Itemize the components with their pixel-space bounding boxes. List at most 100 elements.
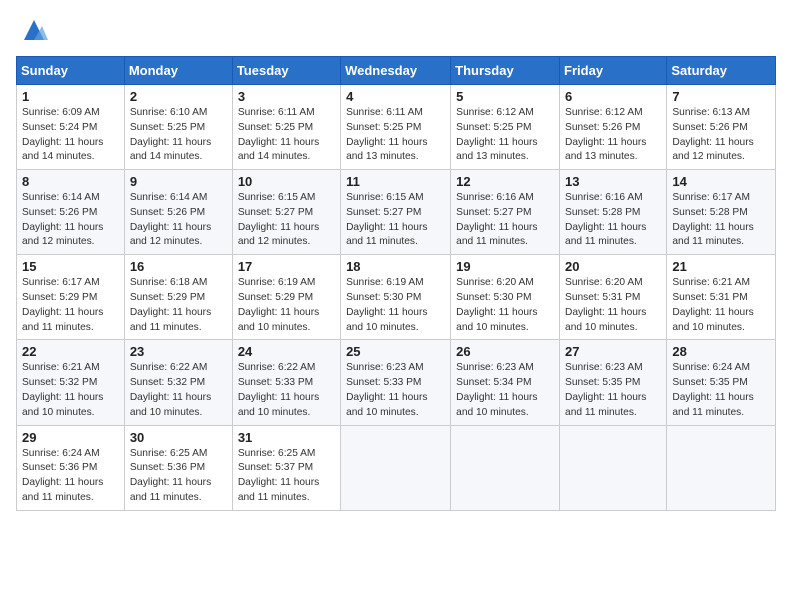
- day-number: 20: [565, 259, 661, 274]
- day-number: 31: [238, 430, 335, 445]
- day-info: Sunrise: 6:12 AM Sunset: 5:26 PM Dayligh…: [565, 106, 661, 165]
- calendar-cell-17: 17 Sunrise: 6:19 AM Sunset: 5:29 PM Dayli…: [232, 255, 340, 340]
- calendar-week-1: 1 Sunrise: 6:09 AM Sunset: 5:24 PM Daylig…: [17, 85, 776, 170]
- calendar-header-thursday: Thursday: [451, 57, 560, 85]
- calendar-cell-14: 14 Sunrise: 6:17 AM Sunset: 5:28 PM Dayli…: [667, 170, 776, 255]
- day-info: Sunrise: 6:19 AM Sunset: 5:30 PM Dayligh…: [346, 276, 445, 335]
- calendar-cell-20: 20 Sunrise: 6:20 AM Sunset: 5:31 PM Dayli…: [560, 255, 667, 340]
- calendar-cell-31: 31Sunrise: 6:25 AM Sunset: 5:37 PM Dayli…: [232, 425, 340, 510]
- day-number: 6: [565, 89, 661, 104]
- calendar-cell-25: 25 Sunrise: 6:23 AM Sunset: 5:33 PM Dayli…: [341, 340, 451, 425]
- calendar-cell-3: 3Sunrise: 6:11 AM Sunset: 5:25 PM Daylig…: [232, 85, 340, 170]
- day-number: 30: [130, 430, 227, 445]
- calendar-cell-21: 21 Sunrise: 6:21 AM Sunset: 5:31 PM Dayli…: [667, 255, 776, 340]
- calendar-header-row: SundayMondayTuesdayWednesdayThursdayFrid…: [17, 57, 776, 85]
- calendar-cell-19: 19Sunrise: 6:20 AM Sunset: 5:30 PM Dayli…: [451, 255, 560, 340]
- calendar-cell-28: 28Sunrise: 6:24 AM Sunset: 5:35 PM Dayli…: [667, 340, 776, 425]
- day-number: 12: [456, 174, 554, 189]
- day-number: 17: [238, 259, 335, 274]
- day-info: Sunrise: 6:10 AM Sunset: 5:25 PM Dayligh…: [130, 106, 227, 165]
- calendar-cell-10: 10 Sunrise: 6:15 AM Sunset: 5:27 PM Dayli…: [232, 170, 340, 255]
- calendar-cell-15: 15 Sunrise: 6:17 AM Sunset: 5:29 PM Dayli…: [17, 255, 125, 340]
- day-number: 15: [22, 259, 119, 274]
- day-info: Sunrise: 6:12 AM Sunset: 5:25 PM Dayligh…: [456, 106, 554, 165]
- day-info: Sunrise: 6:17 AM Sunset: 5:29 PM Dayligh…: [22, 276, 119, 335]
- calendar-cell-13: 13 Sunrise: 6:16 AM Sunset: 5:28 PM Dayli…: [560, 170, 667, 255]
- day-number: 22: [22, 344, 119, 359]
- calendar-cell-8: 8 Sunrise: 6:14 AM Sunset: 5:26 PM Daylig…: [17, 170, 125, 255]
- day-number: 8: [22, 174, 119, 189]
- day-info: Sunrise: 6:16 AM Sunset: 5:28 PM Dayligh…: [565, 191, 661, 250]
- day-info: Sunrise: 6:22 AM Sunset: 5:33 PM Dayligh…: [238, 361, 335, 420]
- day-number: 11: [346, 174, 445, 189]
- day-number: 2: [130, 89, 227, 104]
- calendar-header-sunday: Sunday: [17, 57, 125, 85]
- day-info: Sunrise: 6:09 AM Sunset: 5:24 PM Dayligh…: [22, 106, 119, 165]
- calendar-header-tuesday: Tuesday: [232, 57, 340, 85]
- calendar-cell-23: 23 Sunrise: 6:22 AM Sunset: 5:32 PM Dayli…: [124, 340, 232, 425]
- day-info: Sunrise: 6:21 AM Sunset: 5:32 PM Dayligh…: [22, 361, 119, 420]
- calendar-cell-27: 27Sunrise: 6:23 AM Sunset: 5:35 PM Dayli…: [560, 340, 667, 425]
- day-info: Sunrise: 6:17 AM Sunset: 5:28 PM Dayligh…: [672, 191, 770, 250]
- day-number: 14: [672, 174, 770, 189]
- calendar-cell-22: 22 Sunrise: 6:21 AM Sunset: 5:32 PM Dayli…: [17, 340, 125, 425]
- day-number: 23: [130, 344, 227, 359]
- calendar-week-5: 29 Sunrise: 6:24 AM Sunset: 5:36 PM Dayli…: [17, 425, 776, 510]
- day-info: Sunrise: 6:16 AM Sunset: 5:27 PM Dayligh…: [456, 191, 554, 250]
- calendar-cell-16: 16Sunrise: 6:18 AM Sunset: 5:29 PM Dayli…: [124, 255, 232, 340]
- day-number: 5: [456, 89, 554, 104]
- calendar-cell-6: 6 Sunrise: 6:12 AM Sunset: 5:26 PM Daylig…: [560, 85, 667, 170]
- calendar-week-4: 22 Sunrise: 6:21 AM Sunset: 5:32 PM Dayli…: [17, 340, 776, 425]
- day-info: Sunrise: 6:11 AM Sunset: 5:25 PM Dayligh…: [346, 106, 445, 165]
- logo: [16, 16, 48, 44]
- day-info: Sunrise: 6:14 AM Sunset: 5:26 PM Dayligh…: [130, 191, 227, 250]
- calendar-cell-11: 11 Sunrise: 6:15 AM Sunset: 5:27 PM Dayli…: [341, 170, 451, 255]
- calendar-cell-2: 2 Sunrise: 6:10 AM Sunset: 5:25 PM Daylig…: [124, 85, 232, 170]
- calendar-cell-empty: [451, 425, 560, 510]
- day-info: Sunrise: 6:23 AM Sunset: 5:34 PM Dayligh…: [456, 361, 554, 420]
- calendar-cell-18: 18 Sunrise: 6:19 AM Sunset: 5:30 PM Dayli…: [341, 255, 451, 340]
- day-number: 3: [238, 89, 335, 104]
- calendar-cell-5: 5 Sunrise: 6:12 AM Sunset: 5:25 PM Daylig…: [451, 85, 560, 170]
- day-info: Sunrise: 6:15 AM Sunset: 5:27 PM Dayligh…: [238, 191, 335, 250]
- day-number: 1: [22, 89, 119, 104]
- day-number: 19: [456, 259, 554, 274]
- day-number: 13: [565, 174, 661, 189]
- day-number: 10: [238, 174, 335, 189]
- day-number: 18: [346, 259, 445, 274]
- page-header: [16, 16, 776, 44]
- calendar-header-friday: Friday: [560, 57, 667, 85]
- calendar-cell-12: 12 Sunrise: 6:16 AM Sunset: 5:27 PM Dayli…: [451, 170, 560, 255]
- day-info: Sunrise: 6:24 AM Sunset: 5:36 PM Dayligh…: [22, 447, 119, 506]
- day-info: Sunrise: 6:20 AM Sunset: 5:31 PM Dayligh…: [565, 276, 661, 335]
- day-info: Sunrise: 6:15 AM Sunset: 5:27 PM Dayligh…: [346, 191, 445, 250]
- day-info: Sunrise: 6:18 AM Sunset: 5:29 PM Dayligh…: [130, 276, 227, 335]
- calendar-cell-empty: [667, 425, 776, 510]
- day-info: Sunrise: 6:19 AM Sunset: 5:29 PM Dayligh…: [238, 276, 335, 335]
- day-number: 28: [672, 344, 770, 359]
- day-info: Sunrise: 6:23 AM Sunset: 5:33 PM Dayligh…: [346, 361, 445, 420]
- day-number: 25: [346, 344, 445, 359]
- calendar-table: SundayMondayTuesdayWednesdayThursdayFrid…: [16, 56, 776, 511]
- day-number: 27: [565, 344, 661, 359]
- day-info: Sunrise: 6:21 AM Sunset: 5:31 PM Dayligh…: [672, 276, 770, 335]
- day-info: Sunrise: 6:13 AM Sunset: 5:26 PM Dayligh…: [672, 106, 770, 165]
- calendar-cell-7: 7 Sunrise: 6:13 AM Sunset: 5:26 PM Daylig…: [667, 85, 776, 170]
- day-info: Sunrise: 6:22 AM Sunset: 5:32 PM Dayligh…: [130, 361, 227, 420]
- calendar-cell-4: 4 Sunrise: 6:11 AM Sunset: 5:25 PM Daylig…: [341, 85, 451, 170]
- day-number: 9: [130, 174, 227, 189]
- calendar-cell-26: 26Sunrise: 6:23 AM Sunset: 5:34 PM Dayli…: [451, 340, 560, 425]
- calendar-week-2: 8 Sunrise: 6:14 AM Sunset: 5:26 PM Daylig…: [17, 170, 776, 255]
- day-number: 7: [672, 89, 770, 104]
- day-number: 4: [346, 89, 445, 104]
- logo-icon: [20, 16, 48, 44]
- day-number: 21: [672, 259, 770, 274]
- calendar-cell-24: 24Sunrise: 6:22 AM Sunset: 5:33 PM Dayli…: [232, 340, 340, 425]
- day-number: 29: [22, 430, 119, 445]
- calendar-cell-empty: [560, 425, 667, 510]
- calendar-week-3: 15 Sunrise: 6:17 AM Sunset: 5:29 PM Dayli…: [17, 255, 776, 340]
- calendar-cell-empty: [341, 425, 451, 510]
- day-info: Sunrise: 6:25 AM Sunset: 5:36 PM Dayligh…: [130, 447, 227, 506]
- calendar-cell-29: 29 Sunrise: 6:24 AM Sunset: 5:36 PM Dayli…: [17, 425, 125, 510]
- day-info: Sunrise: 6:14 AM Sunset: 5:26 PM Dayligh…: [22, 191, 119, 250]
